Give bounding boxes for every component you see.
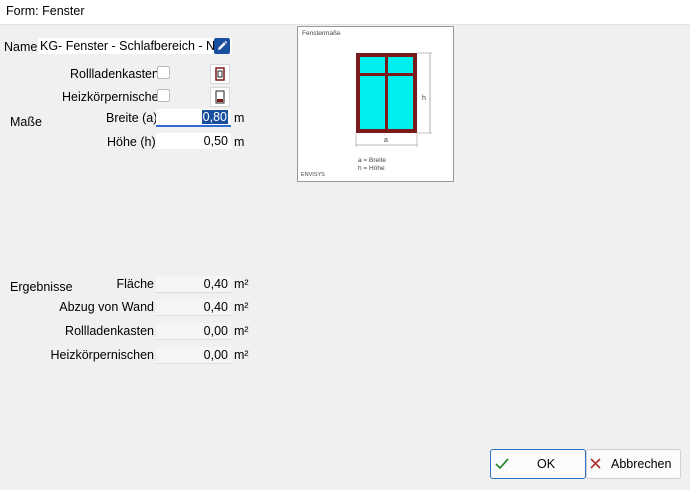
hoehe-label: Höhe (h) [107, 135, 156, 149]
hoehe-input[interactable]: 0,50 [156, 133, 231, 149]
breite-label: Breite (a) [106, 111, 158, 125]
roller-shutter-icon [215, 67, 225, 81]
masse-section-label: Maße [10, 115, 42, 129]
rollladenkasten-detail-button[interactable] [210, 64, 230, 84]
rollladenkasten-label: Rollladenkasten [70, 67, 159, 81]
diagram-dim-h: h [422, 95, 426, 102]
ok-button-label: OK [537, 457, 556, 471]
result-value-flaeche: 0,40 [156, 276, 231, 293]
result-label-abzug: Abzug von Wand [59, 300, 154, 314]
breite-unit: m [234, 111, 245, 125]
close-icon [590, 458, 601, 469]
diagram-legend-a: a = Breite [358, 157, 387, 164]
radiator-niche-icon [215, 90, 225, 104]
title-bar: Form: Fenster [0, 0, 690, 25]
checkmark-icon [495, 458, 509, 470]
window-title: Form: Fenster [6, 4, 85, 18]
diagram-dim-a: a [384, 137, 388, 144]
result-value-rollladenkasten: 0,00 [156, 323, 231, 340]
result-value-heizkoerpernischen: 0,00 [156, 347, 231, 364]
diagram-legend-h: h = Höhe [358, 165, 385, 172]
result-unit-flaeche: m² [234, 277, 249, 291]
heizkoerpernische-label: Heizkörpernische [62, 90, 159, 104]
heizkoerpernische-detail-button[interactable] [210, 87, 230, 107]
pencil-icon [218, 40, 228, 50]
rollladenkasten-checkbox[interactable] [157, 66, 170, 79]
breite-value: 0,80 [201, 110, 228, 124]
cancel-button-label: Abbrechen [611, 457, 672, 471]
result-label-flaeche: Fläche [116, 277, 154, 291]
cancel-button[interactable]: Abbrechen [586, 449, 681, 479]
result-unit-heizkoerpernischen: m² [234, 348, 249, 362]
result-label-heizkoerpernischen: Heizkörpernischen [50, 348, 154, 362]
hoehe-unit: m [234, 135, 245, 149]
edit-name-button[interactable] [214, 38, 230, 54]
result-unit-abzug: m² [234, 300, 249, 314]
heizkoerpernische-checkbox[interactable] [157, 89, 170, 102]
ok-button[interactable]: OK [490, 449, 586, 479]
result-unit-rollladenkasten: m² [234, 324, 249, 338]
result-value-abzug: 0,40 [156, 299, 231, 316]
breite-input[interactable]: 0,80 [156, 109, 231, 127]
name-label: Name [4, 40, 38, 54]
diagram-footer: ENVISYS [301, 172, 325, 178]
window-dimension-diagram: Fenstermaße h a a = Breite h = Höhe ENVI… [297, 26, 454, 182]
result-label-rollladenkasten: Rollladenkasten [65, 324, 154, 338]
name-input[interactable]: KG- Fenster - Schlafbereich - NW [38, 38, 232, 54]
